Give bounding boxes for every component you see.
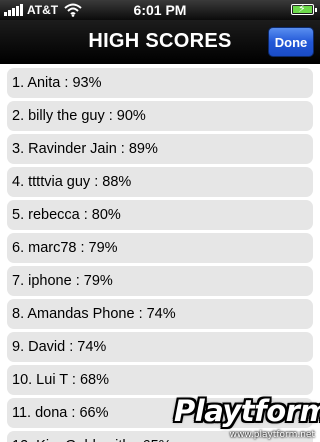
watermark-url: www.playtform.net bbox=[229, 430, 315, 440]
battery-icon: ⚡ bbox=[291, 3, 317, 15]
score-row[interactable]: 8. Amandas Phone : 74% bbox=[7, 299, 313, 329]
watermark-logo: Playtform bbox=[174, 394, 320, 428]
score-row[interactable]: 6. marc78 : 79% bbox=[7, 233, 313, 263]
score-row[interactable]: 4. ttttvia guy : 88% bbox=[7, 167, 313, 197]
navigation-bar: HIGH SCORES Done bbox=[0, 20, 320, 64]
score-row[interactable]: 3. Ravinder Jain : 89% bbox=[7, 134, 313, 164]
charging-icon: ⚡ bbox=[298, 3, 306, 15]
score-row[interactable]: 7. iphone : 79% bbox=[7, 266, 313, 296]
high-score-list[interactable]: 1. Anita : 93% 2. billy the guy : 90% 3. R… bbox=[0, 64, 320, 442]
playtform-watermark: Playtform www.playtform.net bbox=[162, 390, 320, 442]
score-row[interactable]: 2. billy the guy : 90% bbox=[7, 101, 313, 131]
done-button[interactable]: Done bbox=[268, 27, 314, 57]
status-bar: AT&T 6:01 PM ⚡ bbox=[0, 0, 320, 20]
clock: 6:01 PM bbox=[133, 2, 187, 18]
score-row[interactable]: 1. Anita : 93% bbox=[7, 68, 313, 98]
score-row[interactable]: 5. rebecca : 80% bbox=[7, 200, 313, 230]
score-row[interactable]: 9. David : 74% bbox=[7, 332, 313, 362]
